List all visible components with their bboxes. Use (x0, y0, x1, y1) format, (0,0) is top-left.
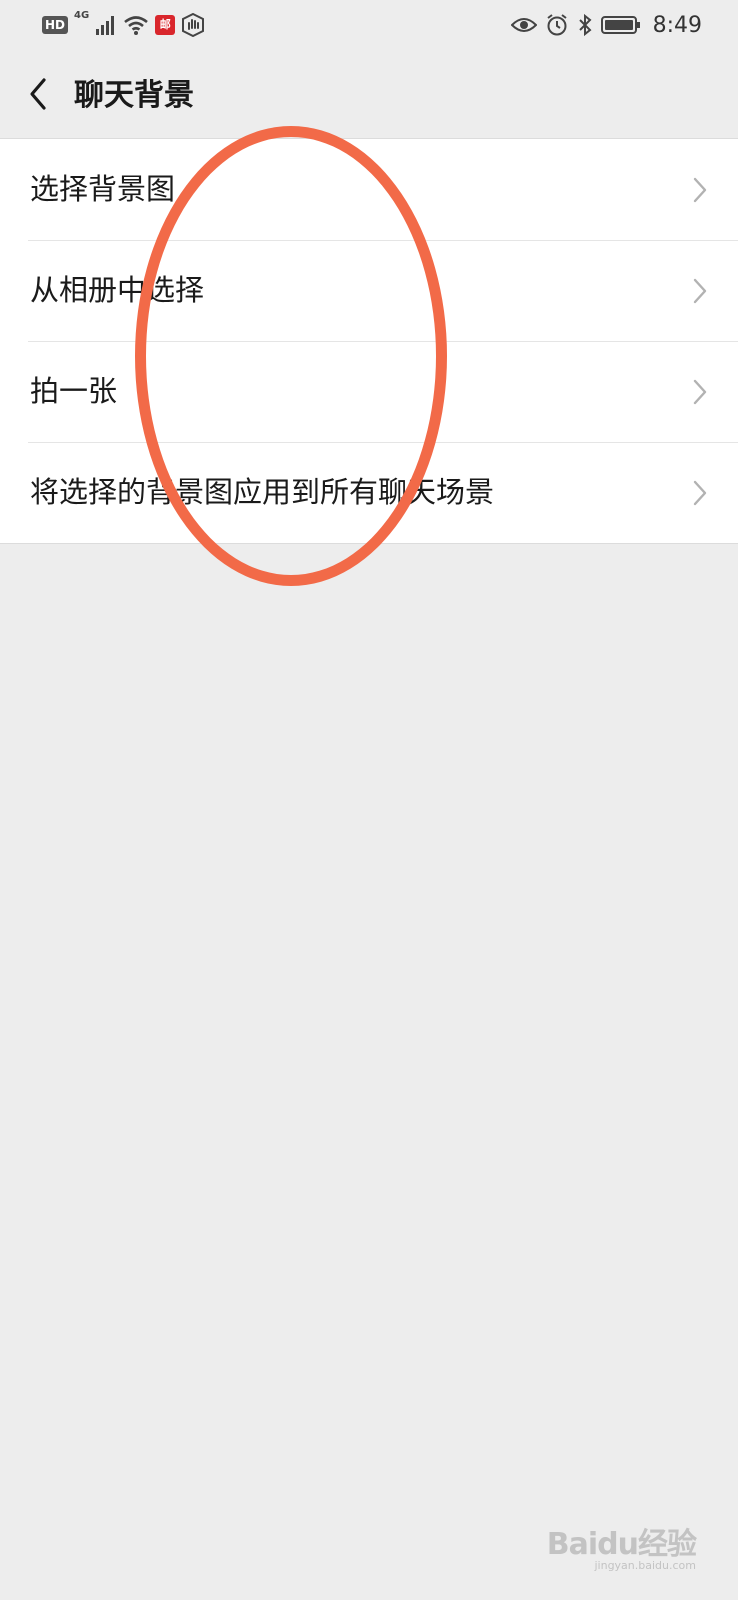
chevron-right-icon (693, 480, 707, 506)
chevron-left-icon (30, 78, 46, 110)
list-item-apply-to-all-chats[interactable]: 将选择的背景图应用到所有聊天场景 (0, 442, 738, 543)
chevron-right-icon (693, 379, 707, 405)
settings-list: 选择背景图 从相册中选择 拍一张 将选择的背景图应用到所有聊天场景 (0, 138, 738, 544)
chevron-right-icon (693, 177, 707, 203)
nav-bar: 聊天背景 (0, 50, 738, 138)
watermark: Baidu经验 jingyan.baidu.com (546, 1519, 697, 1572)
wifi-icon (123, 14, 149, 36)
list-item-take-photo[interactable]: 拍一张 (0, 341, 738, 442)
clock-time: 8:49 (652, 12, 702, 38)
list-item-label: 拍一张 (30, 374, 118, 408)
alarm-icon (545, 13, 569, 37)
back-button[interactable] (22, 74, 62, 114)
status-bar: HD 4G 邮 8:49 (0, 0, 738, 50)
chevron-right-icon (693, 278, 707, 304)
page-title: 聊天背景 (74, 78, 194, 113)
signal-icon (95, 14, 117, 36)
status-bar-right: 8:49 (510, 12, 702, 38)
list-item-label: 将选择的背景图应用到所有聊天场景 (30, 475, 495, 509)
watermark-logo: Baidu经验 (546, 1527, 697, 1562)
bluetooth-icon (577, 13, 593, 37)
list-item-select-background[interactable]: 选择背景图 (0, 139, 738, 240)
list-item-label: 选择背景图 (30, 172, 176, 206)
eye-icon (510, 15, 537, 35)
status-bar-left: HD 4G 邮 (42, 10, 205, 38)
battery-icon (600, 15, 641, 35)
list-item-label: 从相册中选择 (30, 273, 205, 307)
hd-icon: HD (42, 16, 69, 34)
hand-shield-icon (181, 13, 205, 37)
mail-app-icon: 邮 (155, 15, 176, 35)
network-type-label: 4G (74, 10, 90, 21)
list-item-choose-from-album[interactable]: 从相册中选择 (0, 240, 738, 341)
